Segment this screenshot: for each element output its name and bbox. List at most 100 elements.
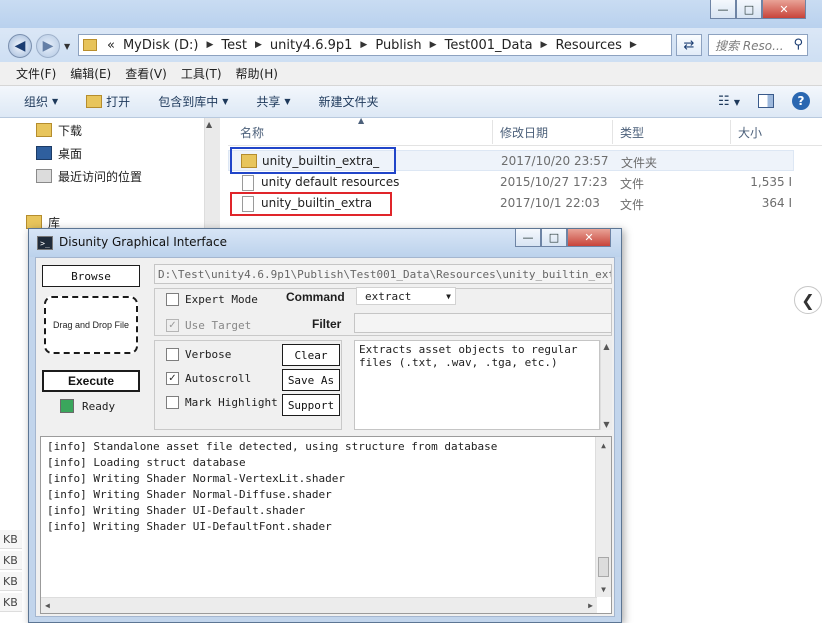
chevron-right-icon[interactable]: ▶	[430, 40, 437, 50]
menu-file[interactable]: 文件(F)	[16, 65, 56, 82]
expand-panel-button[interactable]: ❮	[794, 286, 822, 314]
scroll-right-icon[interactable]: ▶	[588, 601, 593, 610]
menu-bar: 文件(F) 编辑(E) 查看(V) 工具(T) 帮助(H)	[0, 62, 822, 86]
scroll-down-icon[interactable]: ▼	[596, 581, 611, 597]
mark-highlight-checkbox[interactable]	[166, 396, 179, 409]
recent-pages-dropdown[interactable]: ▼	[64, 42, 70, 51]
new-folder-button[interactable]: 新建文件夹	[319, 93, 379, 110]
search-input[interactable]: 搜索 Reso... ⚲	[708, 34, 808, 56]
sidebar-item-label: 桌面	[58, 146, 83, 161]
chevron-right-icon[interactable]: ▶	[255, 40, 262, 50]
menu-edit[interactable]: 编辑(E)	[70, 65, 111, 82]
file-date: 2017/10/1 22:03	[500, 196, 600, 210]
mark-highlight-option[interactable]: Mark Highlight	[166, 396, 278, 409]
column-date[interactable]: 修改日期	[500, 124, 548, 141]
search-icon[interactable]: ⚲	[793, 37, 803, 52]
chevron-down-icon: ▼	[222, 97, 229, 106]
command-bar: 组织 ▼ 打开 包含到库中 ▼ 共享 ▼ 新建文件夹	[0, 86, 822, 118]
drag-drop-area[interactable]: Drag and Drop File	[44, 296, 138, 354]
autoscroll-checkbox[interactable]: ✓	[166, 372, 179, 385]
use-target-checkbox[interactable]: ✓	[166, 318, 179, 332]
view-options-icon[interactable]: ☷ ▼	[718, 94, 740, 109]
minimize-button[interactable]: —	[515, 229, 541, 247]
filter-input[interactable]	[354, 313, 612, 333]
breadcrumb-item[interactable]: Resources	[555, 38, 621, 53]
file-date: 2015/10/27 17:23	[500, 175, 608, 189]
terminal-icon: >_	[37, 236, 53, 250]
use-target-option: ✓ Use Target	[166, 316, 251, 334]
highlight-box-red	[230, 192, 392, 216]
minimize-button[interactable]: —	[710, 0, 736, 19]
expert-mode-option[interactable]: Expert Mode	[166, 288, 258, 310]
chevron-right-icon[interactable]: ▶	[630, 40, 637, 50]
folder-icon	[83, 39, 97, 51]
clear-button[interactable]: Clear	[282, 344, 340, 366]
forward-button[interactable]: ▶	[36, 34, 60, 58]
sidebar-item-desktop[interactable]: 桌面	[36, 143, 82, 163]
open-label: 打开	[106, 95, 131, 109]
refresh-button[interactable]: ⇄	[676, 34, 702, 56]
search-placeholder: 搜索 Reso...	[715, 38, 784, 53]
close-button[interactable]: ✕	[567, 229, 611, 247]
save-as-button[interactable]: Save As	[282, 369, 340, 391]
log-output[interactable]: [info] Standalone asset file detected, u…	[40, 436, 612, 614]
share-button[interactable]: 共享 ▼	[256, 93, 290, 110]
breadcrumb-item[interactable]: Publish	[375, 38, 421, 53]
execute-button[interactable]: Execute	[42, 370, 140, 392]
chevron-down-icon: ▼	[446, 291, 451, 301]
back-button[interactable]: ◀	[8, 34, 32, 58]
scroll-thumb[interactable]	[598, 557, 609, 577]
breadcrumb-item[interactable]: MyDisk (D:)	[123, 38, 199, 53]
verbose-option[interactable]: Verbose	[166, 348, 231, 361]
scroll-left-icon[interactable]: ◀	[45, 601, 50, 610]
chevron-right-icon[interactable]: ▶	[541, 40, 548, 50]
log-line: [info] Writing Shader Normal-Diffuse.sha…	[47, 488, 332, 501]
breadcrumb-item[interactable]: unity4.6.9p1	[270, 38, 352, 53]
file-row[interactable]: unity default resources 2015/10/27 17:23…	[228, 172, 794, 193]
view-controls: ☷ ▼ ?	[718, 92, 810, 110]
help-icon[interactable]: ?	[792, 92, 810, 110]
breadcrumb-item[interactable]: Test	[221, 38, 247, 53]
breadcrumb-overflow[interactable]: «	[107, 38, 115, 53]
dialog-title: Disunity Graphical Interface	[59, 235, 227, 249]
organize-button[interactable]: 组织 ▼	[24, 93, 58, 110]
breadcrumb-item[interactable]: Test001_Data	[445, 38, 533, 53]
menu-view[interactable]: 查看(V)	[125, 65, 167, 82]
maximize-button[interactable]: □	[541, 229, 567, 247]
expert-mode-checkbox[interactable]	[166, 292, 179, 306]
scroll-up-icon[interactable]: ▲	[206, 120, 212, 129]
dialog-body: Browse Drag and Drop File Execute Ready …	[35, 257, 615, 617]
column-name[interactable]: 名称	[240, 124, 264, 141]
sidebar-item-recent[interactable]: 最近访问的位置	[36, 166, 142, 186]
open-button[interactable]: 打开	[86, 93, 130, 110]
chevron-right-icon[interactable]: ▶	[206, 40, 213, 50]
sidebar-item-downloads[interactable]: 下载	[36, 120, 82, 140]
menu-tools[interactable]: 工具(T)	[181, 65, 222, 82]
log-horizontal-scrollbar[interactable]: ◀ ▶	[41, 597, 597, 613]
autoscroll-option[interactable]: ✓ Autoscroll	[166, 372, 251, 385]
new-folder-label: 新建文件夹	[318, 95, 379, 109]
address-bar[interactable]: « MyDisk (D:) ▶ Test ▶ unity4.6.9p1 ▶ Publi…	[78, 34, 672, 56]
browse-button[interactable]: Browse	[42, 265, 140, 287]
close-button[interactable]: ✕	[762, 0, 806, 19]
column-type[interactable]: 类型	[620, 124, 644, 141]
include-in-library-button[interactable]: 包含到库中 ▼	[158, 93, 228, 110]
desktop-icon	[36, 146, 52, 160]
menu-help[interactable]: 帮助(H)	[236, 65, 278, 82]
file-path-field[interactable]: D:\Test\unity4.6.9p1\Publish\Test001_Dat…	[154, 264, 612, 284]
maximize-button[interactable]: □	[736, 0, 762, 19]
preview-pane-icon[interactable]	[758, 94, 774, 108]
log-vertical-scrollbar[interactable]: ▲ ▼	[595, 437, 611, 597]
refresh-icon: ⇄	[683, 37, 695, 53]
column-size[interactable]: 大小	[738, 124, 762, 141]
scroll-up-icon[interactable]: ▲	[596, 437, 611, 453]
description-scrollbar[interactable]: ▲ ▼	[600, 340, 612, 430]
expert-mode-label: Expert Mode	[185, 292, 258, 306]
command-select[interactable]: extract ▼	[356, 287, 456, 305]
support-button[interactable]: Support	[282, 394, 340, 416]
scroll-down-icon[interactable]: ▼	[601, 418, 612, 430]
verbose-checkbox[interactable]	[166, 348, 179, 361]
scroll-up-icon[interactable]: ▲	[601, 340, 612, 352]
chevron-right-icon[interactable]: ▶	[360, 40, 367, 50]
chevron-down-icon: ▼	[52, 97, 59, 106]
